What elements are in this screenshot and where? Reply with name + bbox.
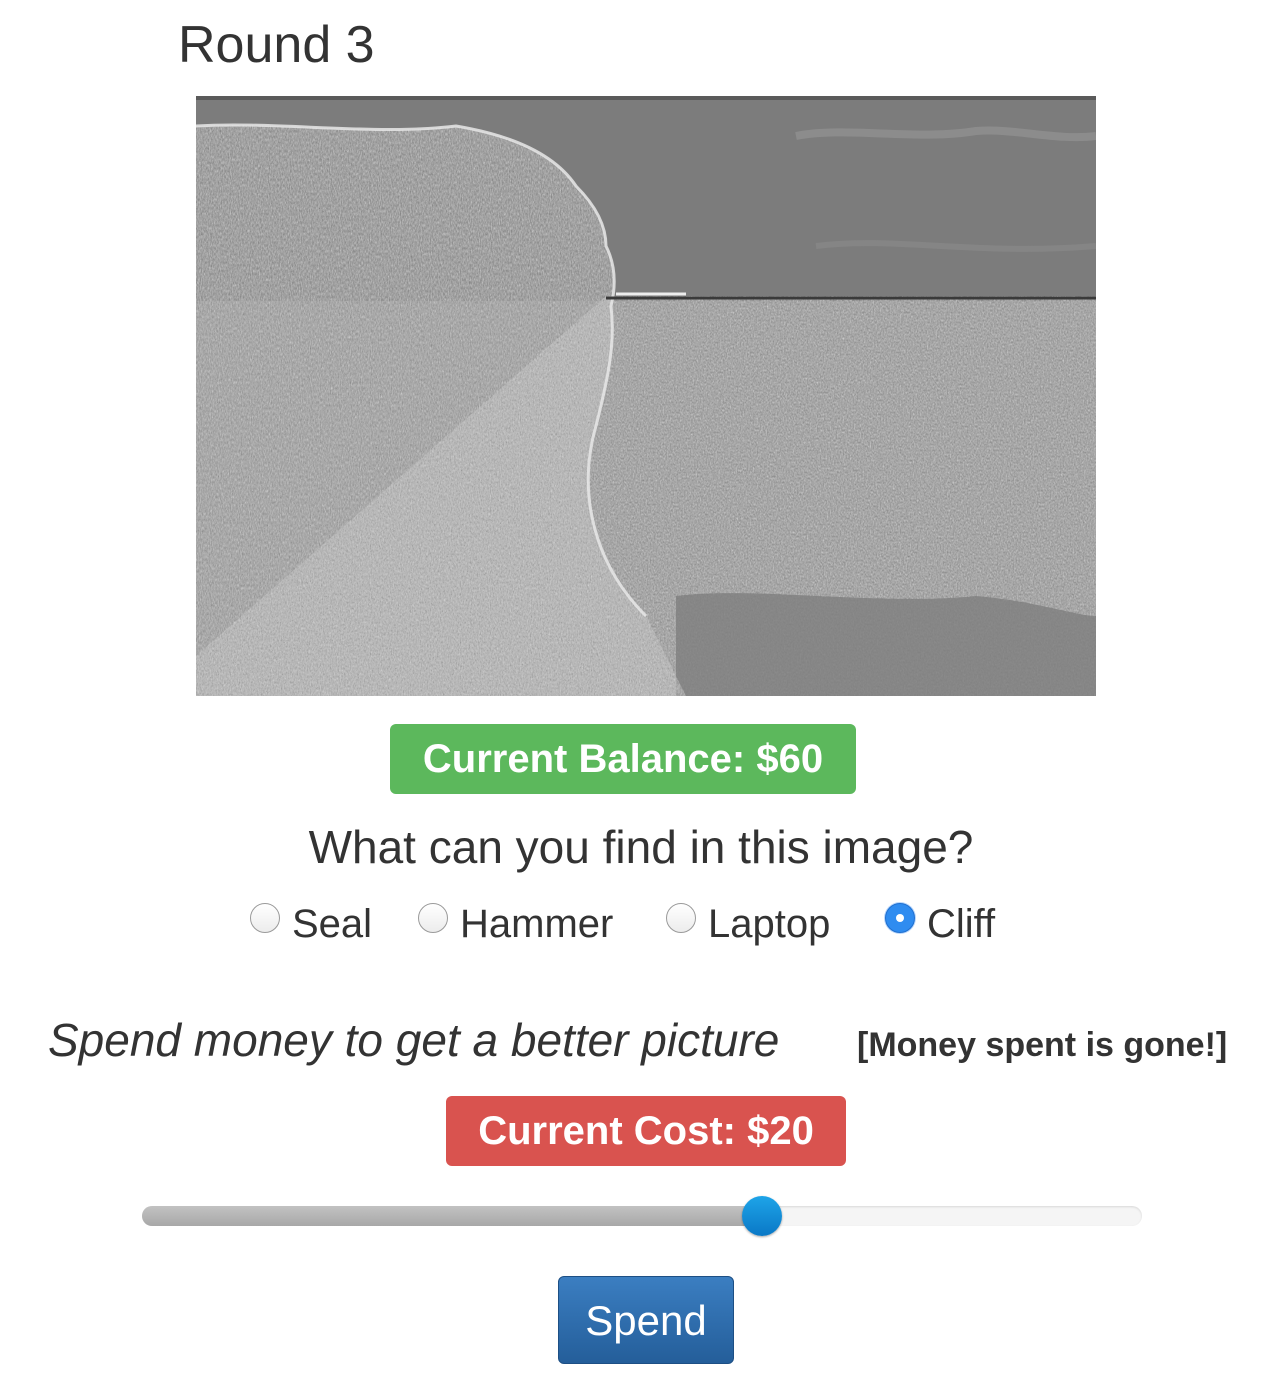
option-laptop-label: Laptop: [708, 901, 831, 946]
stimulus-svg: [196, 96, 1096, 696]
slider-fill: [142, 1206, 762, 1226]
experiment-page: Round 3 Current Balance: $60 What can yo…: [0, 0, 1282, 1380]
stimulus-image: [196, 96, 1096, 696]
option-hammer[interactable]: Hammer: [418, 898, 613, 950]
option-laptop[interactable]: Laptop: [666, 898, 830, 950]
spend-prompt: Spend money to get a better picture: [48, 1014, 780, 1066]
radio-seal[interactable]: [250, 903, 280, 933]
option-seal-label: Seal: [292, 901, 373, 946]
option-hammer-label: Hammer: [460, 901, 614, 946]
slider-thumb[interactable]: [742, 1196, 782, 1236]
option-cliff[interactable]: Cliff: [885, 898, 995, 950]
radio-hammer[interactable]: [418, 903, 448, 933]
balance-badge: Current Balance: $60: [390, 724, 856, 794]
option-seal[interactable]: Seal: [250, 898, 372, 950]
spend-button[interactable]: Spend: [558, 1276, 734, 1364]
round-title: Round 3: [178, 16, 375, 74]
question-text: What can you find in this image?: [308, 821, 974, 873]
radio-cliff[interactable]: [885, 903, 915, 933]
option-cliff-label: Cliff: [927, 901, 996, 946]
radio-laptop[interactable]: [666, 903, 696, 933]
cost-badge: Current Cost: $20: [446, 1096, 846, 1166]
cost-slider[interactable]: [142, 1196, 1142, 1236]
spend-warning: [Money spent is gone!]: [857, 1026, 1228, 1064]
